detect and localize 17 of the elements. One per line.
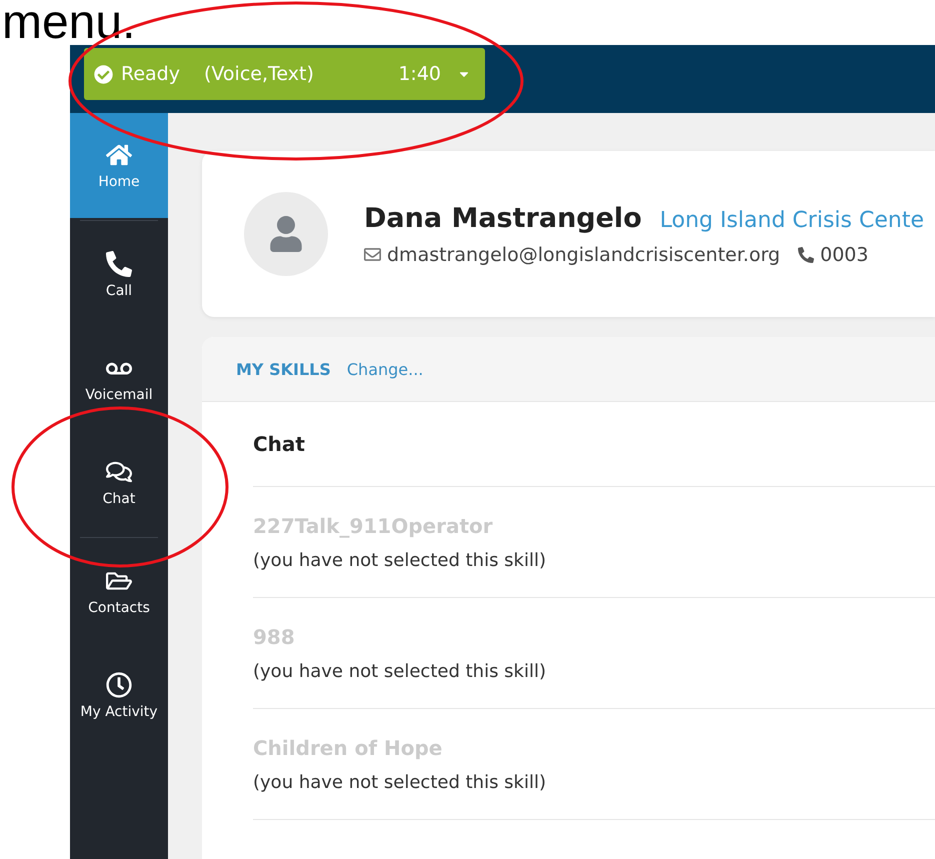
nav-item[interactable]: Contacts (70, 540, 168, 644)
user-name: Dana Mastrangelo (364, 202, 642, 234)
skills-title: MY SKILLS (236, 360, 331, 378)
nav-item[interactable]: Voicemail (70, 327, 168, 431)
email-text: dmastrangelo@longislandcrisiscenter.org (387, 244, 780, 266)
nav-item[interactable]: Call (70, 223, 168, 327)
check-icon (94, 64, 113, 84)
group-heading: Chat (253, 402, 935, 487)
envelope-icon (364, 246, 381, 263)
nav-item[interactable]: Home (70, 113, 168, 218)
nav-item[interactable]: My Activity (70, 644, 168, 748)
skill-note: (you have not selected this skill) (253, 660, 546, 682)
phone-icon (798, 246, 814, 262)
skill-note: (you have not selected this skill) (253, 772, 546, 792)
caption-text: menu. (2, 0, 136, 45)
extension-text: 0003 (820, 244, 868, 266)
skill-note: (you have not selected this skill) (253, 550, 546, 570)
